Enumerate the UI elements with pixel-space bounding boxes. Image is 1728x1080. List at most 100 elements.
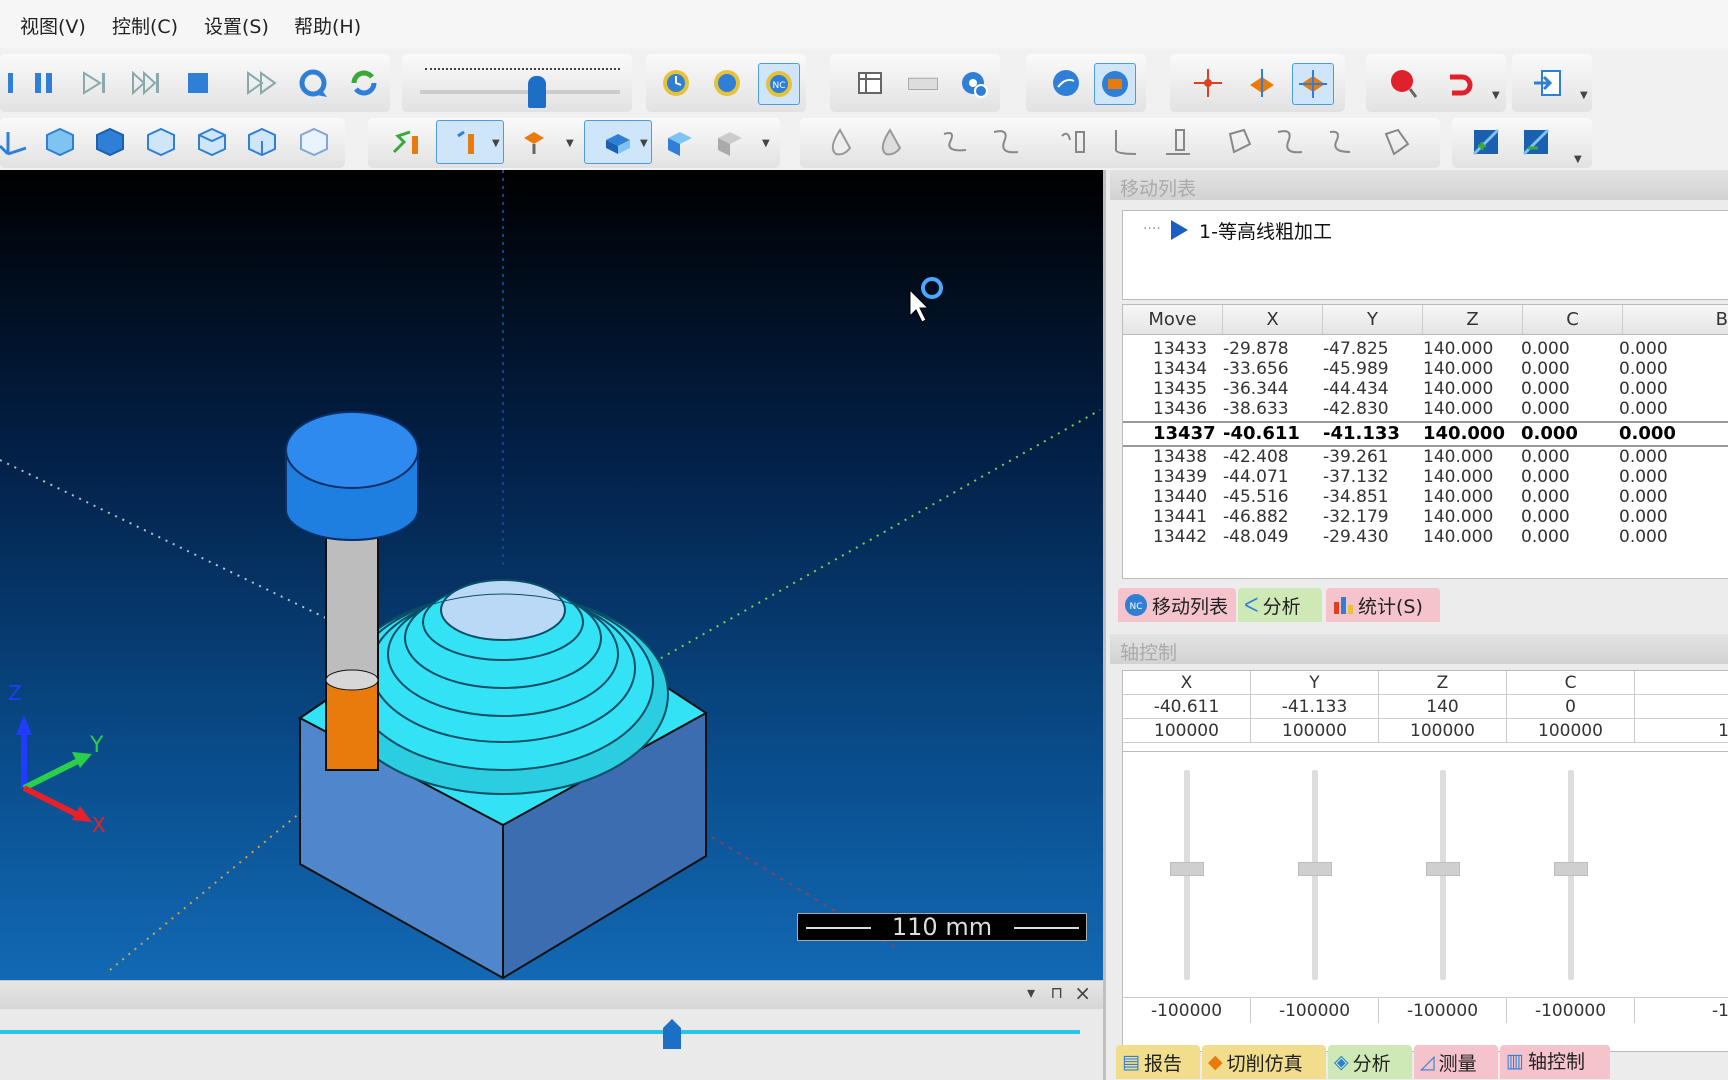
speed-slider-thumb[interactable]	[528, 76, 546, 108]
clock-icon[interactable]	[658, 65, 694, 101]
tab-analysis[interactable]: ᐸ 分析	[1238, 588, 1322, 622]
menu-settings[interactable]: 设置(S)	[204, 12, 269, 39]
simulation-viewport[interactable]: Z Y X	[0, 170, 1103, 980]
pin-icon[interactable]: ⊓	[1051, 983, 1063, 1002]
timeline-track[interactable]	[0, 1030, 1080, 1034]
timeline-thumb[interactable]	[661, 1018, 683, 1050]
step-forward-icon[interactable]	[76, 65, 112, 101]
origin-icon[interactable]	[1190, 65, 1226, 101]
col-header-b[interactable]: B	[1623, 305, 1728, 335]
col-header-move[interactable]: Move	[1123, 305, 1223, 335]
axis-value-x[interactable]: -40.611	[1123, 695, 1251, 719]
shaded-stock-button[interactable]	[1094, 63, 1136, 105]
menu-help[interactable]: 帮助(H)	[294, 12, 361, 39]
dropdown-arrow-icon[interactable]: ▼	[762, 138, 770, 149]
menu-control[interactable]: 控制(C)	[112, 12, 178, 39]
stop-button[interactable]	[180, 65, 216, 101]
drop-shape-icon[interactable]	[822, 124, 858, 160]
slider-thumb-z[interactable]	[1426, 862, 1460, 876]
view-right-icon[interactable]	[244, 124, 280, 160]
dropdown-arrow-icon[interactable]: ▼	[1580, 90, 1588, 101]
moon-mode-icon[interactable]	[709, 65, 745, 101]
axis-max-c[interactable]: 100000	[1507, 719, 1635, 743]
record-icon[interactable]	[1386, 65, 1422, 101]
drop-shape-alt-icon[interactable]	[872, 124, 908, 160]
table-row[interactable]: 13439 -44.071 -37.132 140.000 0.000 0.000	[1123, 467, 1728, 489]
workplane-button[interactable]	[1292, 63, 1334, 105]
table-row[interactable]: 13433 -29.878 -47.825 140.000 0.000 0.000	[1123, 339, 1728, 361]
table-row[interactable]: 13434 -33.656 -45.989 140.000 0.000 0.000	[1123, 359, 1728, 381]
col-header-c[interactable]: C	[1523, 305, 1623, 335]
dropdown-arrow-icon[interactable]: ▼	[492, 138, 500, 149]
tab-statistics[interactable]: 统计(S)	[1326, 588, 1440, 622]
machine-icon[interactable]	[712, 124, 748, 160]
dropdown-arrow-icon[interactable]: ▼	[640, 138, 648, 149]
plane-icon[interactable]	[1244, 65, 1280, 101]
view-back-icon[interactable]	[296, 124, 332, 160]
view-top-icon[interactable]	[194, 124, 230, 160]
tab-move-list[interactable]: NC 移动列表	[1118, 588, 1236, 622]
col-header-z[interactable]: Z	[1423, 305, 1523, 335]
refresh-icon[interactable]	[346, 65, 382, 101]
axis-min-c[interactable]: -100000	[1507, 997, 1635, 1023]
axis-max-b[interactable]: 1	[1635, 719, 1728, 743]
path-curve-icon[interactable]	[988, 124, 1024, 160]
col-header-y[interactable]: Y	[1323, 305, 1423, 335]
axis-min-b[interactable]: -1	[1635, 997, 1728, 1023]
remove-layer-icon[interactable]	[1518, 124, 1554, 160]
table-icon[interactable]	[852, 65, 888, 101]
dropdown-arrow-icon[interactable]: ▼	[1574, 154, 1582, 165]
axis-value-y[interactable]: -41.133	[1251, 695, 1379, 719]
step-back-button[interactable]	[0, 65, 22, 101]
view-iso-icon[interactable]	[42, 124, 78, 160]
view-front-icon[interactable]	[92, 124, 128, 160]
tab-analysis-bottom[interactable]: ◈ 分析	[1328, 1045, 1412, 1079]
boundary-icon[interactable]	[1378, 124, 1414, 160]
slider-thumb-c[interactable]	[1554, 862, 1588, 876]
fixture-icon[interactable]	[662, 124, 698, 160]
undo-icon[interactable]	[1440, 65, 1476, 101]
axis-min-x[interactable]: -100000	[1123, 997, 1251, 1023]
table-row[interactable]: 13438 -42.408 -39.261 140.000 0.000 0.000	[1123, 447, 1728, 469]
view-side-icon[interactable]	[143, 124, 179, 160]
tab-measure[interactable]: ◿ 测量	[1414, 1045, 1498, 1079]
path-link-icon[interactable]	[938, 124, 974, 160]
lead-in-icon[interactable]	[1222, 124, 1258, 160]
link-path-icon[interactable]	[1322, 124, 1358, 160]
fast-forward-icon[interactable]	[244, 65, 280, 101]
toolpath-icon[interactable]	[388, 124, 424, 160]
dropdown-arrow-icon[interactable]: ▼	[566, 138, 574, 149]
tool-path-icon[interactable]	[1056, 124, 1092, 160]
keyboard-icon[interactable]	[902, 65, 944, 101]
add-layer-icon[interactable]	[1468, 124, 1504, 160]
table-row[interactable]: 13435 -36.344 -44.434 140.000 0.000 0.000	[1123, 379, 1728, 401]
tab-axis-control[interactable]: ▥ 轴控制	[1500, 1045, 1610, 1079]
sphere-icon[interactable]	[1048, 65, 1084, 101]
panel-menu-arrow-icon[interactable]: ▾	[1027, 983, 1035, 1002]
export-icon[interactable]	[1530, 65, 1566, 101]
col-header-x[interactable]: X	[1223, 305, 1323, 335]
axis-max-z[interactable]: 100000	[1379, 719, 1507, 743]
axis-view-icon[interactable]	[0, 124, 32, 160]
play-operation-icon[interactable]	[1169, 219, 1189, 241]
dropdown-arrow-icon[interactable]: ▼	[1492, 90, 1500, 101]
axis-value-c[interactable]: 0	[1507, 695, 1635, 719]
table-row[interactable]: 13442 -48.049 -29.430 140.000 0.000 0.000	[1123, 527, 1728, 549]
table-row[interactable]: 13440 -45.516 -34.851 140.000 0.000 0.000	[1123, 487, 1728, 509]
pause-button[interactable]	[26, 65, 62, 101]
close-icon[interactable]: ×	[1074, 981, 1091, 1005]
plunge-path-icon[interactable]	[1106, 124, 1142, 160]
axis-min-z[interactable]: -100000	[1379, 997, 1507, 1023]
table-row[interactable]: 13441 -46.882 -32.179 140.000 0.000 0.000	[1123, 507, 1728, 529]
slider-thumb-x[interactable]	[1170, 862, 1204, 876]
retract-path-icon[interactable]	[1160, 124, 1196, 160]
nc-mode-button[interactable]: NC	[758, 63, 800, 105]
skip-to-end-icon[interactable]	[128, 65, 164, 101]
axis-value-z[interactable]: 140	[1379, 695, 1507, 719]
slider-thumb-y[interactable]	[1298, 862, 1332, 876]
operation-item[interactable]: 1-等高线粗加工	[1199, 217, 1332, 244]
tab-report[interactable]: ▤ 报告	[1116, 1045, 1200, 1079]
menu-view[interactable]: 视图(V)	[20, 12, 86, 39]
table-row-current[interactable]: 13437 -40.611 -41.133 140.000 0.000 0.000	[1123, 421, 1728, 447]
rewind-loop-icon[interactable]	[295, 65, 331, 101]
